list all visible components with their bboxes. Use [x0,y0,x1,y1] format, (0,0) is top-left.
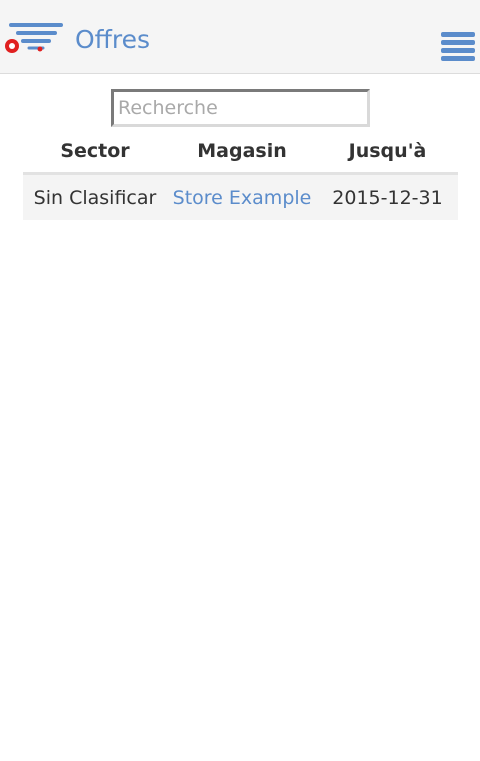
app-header: Offres [0,0,480,74]
cell-until: 2015-12-31 [317,173,458,220]
column-header-until[interactable]: Jusqu'à [317,130,458,175]
table-row: Sin Clasificar Store Example 2015-12-31 [23,173,458,220]
table-header-row: Sector Magasin Jusqu'à [23,130,458,175]
hamburger-menu-icon[interactable] [441,32,475,62]
search-container [111,89,370,127]
store-link[interactable]: Store Example [173,187,312,209]
offers-table: Sector Magasin Jusqu'à Sin Clasificar St… [23,130,458,220]
page-title: Offres [75,25,151,54]
column-header-store[interactable]: Magasin [167,130,317,175]
search-input[interactable] [111,89,370,127]
cell-sector: Sin Clasificar [23,173,167,220]
column-header-sector[interactable]: Sector [23,130,167,175]
shopping-cart-logo-icon[interactable] [3,20,63,54]
cell-store: Store Example [167,173,317,220]
